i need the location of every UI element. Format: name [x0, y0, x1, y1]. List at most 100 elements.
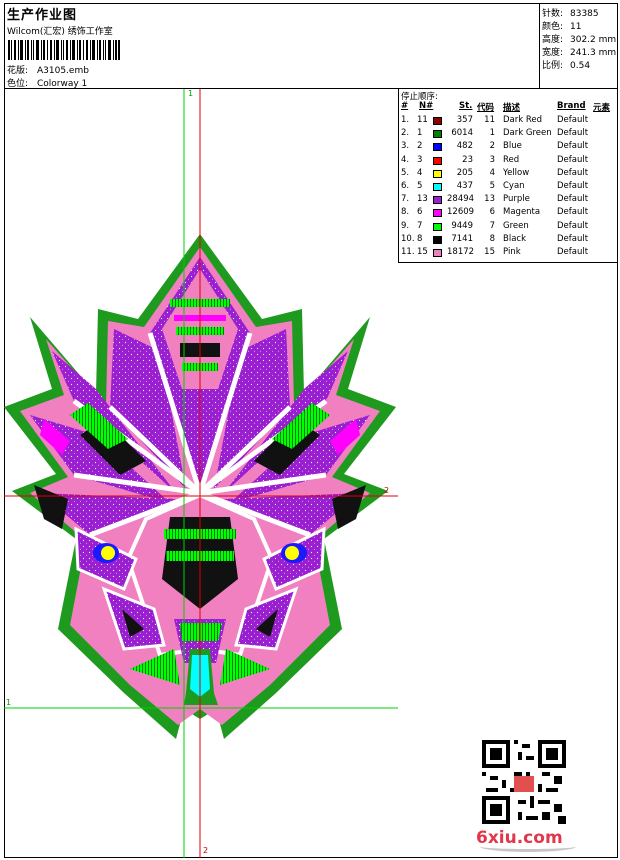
table-row: 11. 15 18172 15 Pink Default	[399, 247, 619, 260]
col-element: 元素	[593, 103, 611, 113]
color-swatch-box	[433, 222, 442, 231]
row-stop: 13	[417, 194, 428, 205]
row-brand: Default	[557, 128, 589, 139]
row-desc: Pink	[503, 247, 521, 257]
row-stitches: 482	[456, 141, 473, 152]
row-brand: Default	[557, 233, 589, 244]
color-swatch-box	[433, 235, 442, 244]
row-stitches: 28494	[447, 194, 475, 205]
embroidery-design	[4, 89, 398, 858]
color-swatch-box	[433, 169, 442, 178]
watermark-logo: 6xiu.com	[476, 828, 576, 852]
table-row: 1. 11 357 11 Dark Red Default	[399, 115, 619, 128]
guide-label-h1: 1	[6, 698, 12, 707]
row-brand: Default	[557, 181, 589, 191]
row-desc: Green	[503, 220, 529, 231]
stat-stitches: 针数: 83385	[542, 9, 599, 19]
colorway-label: 色位:	[7, 79, 29, 89]
row-stitches: 23	[462, 154, 473, 165]
row-index: 9.	[401, 220, 410, 231]
color-swatch-box	[433, 156, 442, 165]
row-code: 7	[489, 220, 495, 231]
color-swatch-box	[433, 209, 442, 218]
row-stop: 11	[417, 115, 428, 125]
design-canvas: 1 1 2 2	[4, 89, 398, 858]
row-stitches: 437	[456, 181, 473, 191]
row-stop: 4	[417, 167, 423, 178]
row-code: 3	[489, 154, 495, 165]
qr-code-icon	[482, 740, 566, 824]
row-code: 2	[489, 141, 495, 152]
color-swatch-box	[433, 130, 442, 139]
row-stop: 6	[417, 207, 423, 218]
row-code: 4	[489, 167, 495, 178]
table-row: 2. 1 6014 1 Dark Green Default	[399, 128, 619, 141]
row-brand: Default	[557, 220, 589, 231]
row-index: 3.	[401, 141, 410, 152]
row-stitches: 18172	[447, 247, 475, 257]
stats-panel: 针数: 83385 颜色: 11 高度: 302.2 mm 宽度: 241.3 mm 比…	[540, 3, 618, 89]
row-brand: Default	[557, 141, 589, 152]
row-stop: 8	[417, 233, 423, 244]
guide-label-h2: 2	[384, 486, 390, 495]
header-panel: 生产作业图 Wilcom(汇宏) 绣饰工作室 花版: A3105.emb 色位:…	[4, 3, 540, 89]
row-desc: Dark Red	[503, 115, 543, 125]
table-header: # N# St. 代码 描述 Brand 元素	[399, 101, 619, 113]
barcode-icon	[8, 40, 120, 60]
row-index: 10.	[401, 233, 415, 244]
row-stitches: 357	[456, 115, 473, 125]
row-code: 15	[484, 247, 495, 257]
stop-sequence-table: 停止顺序: # N# St. 代码 描述 Brand 元素 1. 11 357 11 D…	[398, 89, 618, 263]
studio-subtitle: Wilcom(汇宏) 绣饰工作室	[7, 27, 113, 37]
color-swatch-box	[433, 196, 442, 205]
row-desc: Purple	[503, 194, 530, 205]
color-swatch-box	[433, 117, 442, 125]
col-stitches: St.	[459, 101, 473, 111]
row-stitches: 7141	[451, 233, 473, 244]
stat-height: 高度: 302.2 mm	[542, 35, 617, 45]
stat-width: 宽度: 241.3 mm	[542, 48, 617, 58]
row-index: 2.	[401, 128, 410, 139]
row-brand: Default	[557, 194, 589, 205]
row-desc: Black	[503, 233, 526, 244]
col-index: #	[401, 101, 409, 111]
row-code: 6	[489, 207, 495, 218]
col-stop: N#	[419, 101, 434, 111]
page-title: 生产作业图	[7, 8, 78, 23]
row-brand: Default	[557, 207, 589, 218]
table-row: 6. 5 437 5 Cyan Default	[399, 181, 619, 194]
production-worksheet: 生产作业图 Wilcom(汇宏) 绣饰工作室 花版: A3105.emb 色位:…	[0, 0, 620, 860]
row-stitches: 205	[456, 167, 473, 178]
row-brand: Default	[557, 167, 589, 178]
colorway-value: Colorway 1	[37, 79, 88, 89]
colorway-row: 色位: Colorway 1	[7, 76, 87, 89]
row-stitches: 12609	[447, 207, 475, 218]
row-stop: 7	[417, 220, 423, 231]
row-index: 1.	[401, 115, 410, 125]
color-swatch-box	[433, 249, 442, 257]
row-index: 7.	[401, 194, 410, 205]
row-desc: Blue	[503, 141, 522, 152]
guide-label-v2: 2	[203, 846, 209, 855]
col-code: 代码	[477, 103, 495, 113]
design-value: A3105.emb	[37, 66, 89, 76]
row-code: 5	[489, 181, 495, 191]
table-row: 4. 3 23 3 Red Default	[399, 155, 619, 168]
col-brand: Brand	[557, 101, 586, 111]
design-label: 花版:	[7, 66, 29, 76]
row-brand: Default	[557, 154, 589, 165]
stat-colors: 颜色: 11	[542, 22, 582, 32]
row-index: 8.	[401, 207, 410, 218]
row-desc: Magenta	[503, 207, 541, 218]
table-row: 7. 13 28494 13 Purple Default	[399, 194, 619, 207]
row-index: 5.	[401, 167, 410, 178]
row-index: 11.	[401, 247, 415, 257]
row-desc: Dark Green	[503, 128, 552, 139]
row-brand: Default	[557, 115, 589, 125]
row-code: 11	[484, 115, 495, 125]
row-stitches: 6014	[451, 128, 473, 139]
row-desc: Cyan	[503, 181, 525, 191]
row-index: 6.	[401, 181, 410, 191]
row-code: 8	[489, 233, 495, 244]
table-row: 10. 8 7141 8 Black Default	[399, 234, 619, 247]
